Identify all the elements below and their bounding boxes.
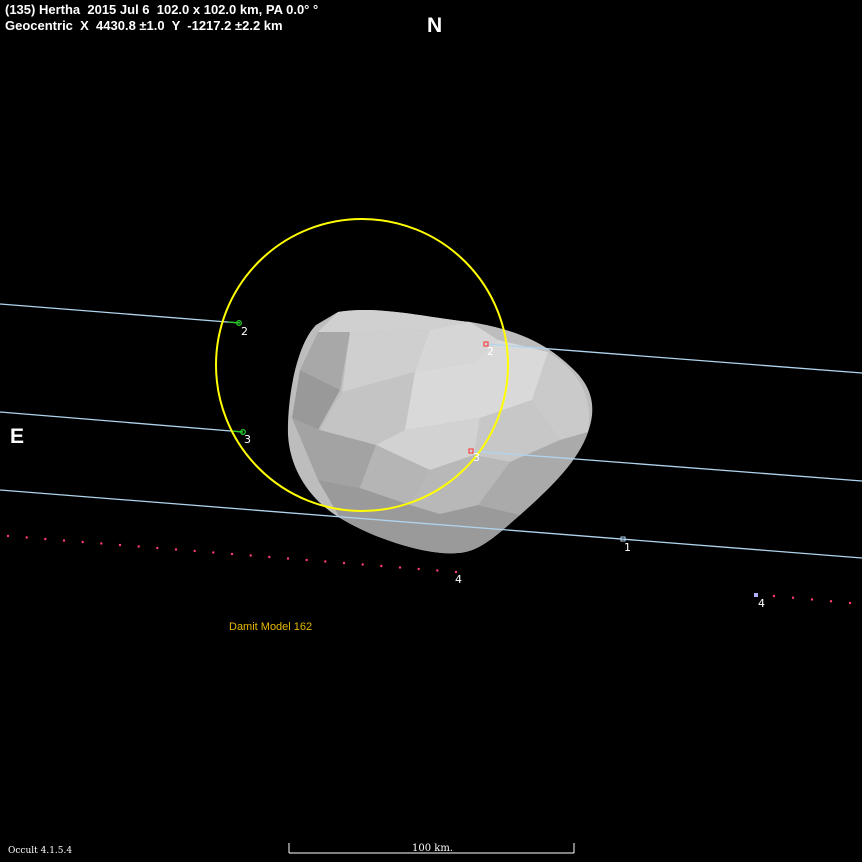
miss-dot <box>398 566 402 569</box>
miss-dot <box>81 540 84 544</box>
miss-dot <box>324 560 327 563</box>
chord-label: 4 <box>455 573 462 586</box>
miss-dot <box>268 555 271 559</box>
miss-dot <box>417 567 420 571</box>
profile-plot: 2 2 3 3 1 4 4 <box>0 218 862 854</box>
miss-dot <box>286 557 290 560</box>
chord-label: 2 <box>241 325 248 338</box>
miss-dot <box>118 543 122 547</box>
model-label: Damit Model 162 <box>229 621 313 633</box>
miss-dot <box>772 594 776 598</box>
east-label: E <box>10 425 25 448</box>
chord-label: 1 <box>624 541 631 554</box>
miss-dot <box>137 545 140 548</box>
miss-dot <box>791 596 795 599</box>
miss-dot <box>342 561 346 565</box>
miss-dot <box>305 558 308 562</box>
miss-dot <box>848 601 852 605</box>
scale-bar-label: 100 km. <box>412 843 453 854</box>
chord-label: 3 <box>244 433 251 446</box>
miss-dot <box>810 598 814 601</box>
miss-dot <box>44 537 47 541</box>
chord-label: 2 <box>487 345 494 358</box>
title-line: (135) Hertha 2015 Jul 6 102.0 x 102.0 km… <box>5 2 319 17</box>
miss-dot <box>436 569 439 572</box>
version-label: Occult 4.1.5.4 <box>8 846 73 856</box>
miss-dot <box>25 536 28 539</box>
miss-dot <box>62 539 66 542</box>
miss-dot <box>361 563 364 566</box>
miss-dot <box>100 542 103 545</box>
miss-dot <box>156 546 159 550</box>
chord-label: 3 <box>473 451 480 464</box>
chord-label: 4 <box>758 597 765 610</box>
miss-dot <box>193 549 196 553</box>
miss-dot <box>212 551 215 554</box>
chord-line-3-west <box>0 411 244 433</box>
occultation-profile: 2 2 3 3 1 4 4 (135) Hertha 2015 Jul 6 10… <box>0 0 862 862</box>
miss-dot <box>249 554 252 557</box>
geocentric-line: Geocentric X 4430.8 ±1.0 Y -1217.2 ±2.2 … <box>5 18 283 33</box>
miss-dot <box>230 552 234 556</box>
chord-line-2-west <box>0 303 241 324</box>
north-label: N <box>427 14 443 37</box>
miss-dot <box>174 548 178 551</box>
miss-dot <box>6 534 10 538</box>
miss-dot <box>380 564 383 568</box>
miss-dot <box>829 600 833 603</box>
